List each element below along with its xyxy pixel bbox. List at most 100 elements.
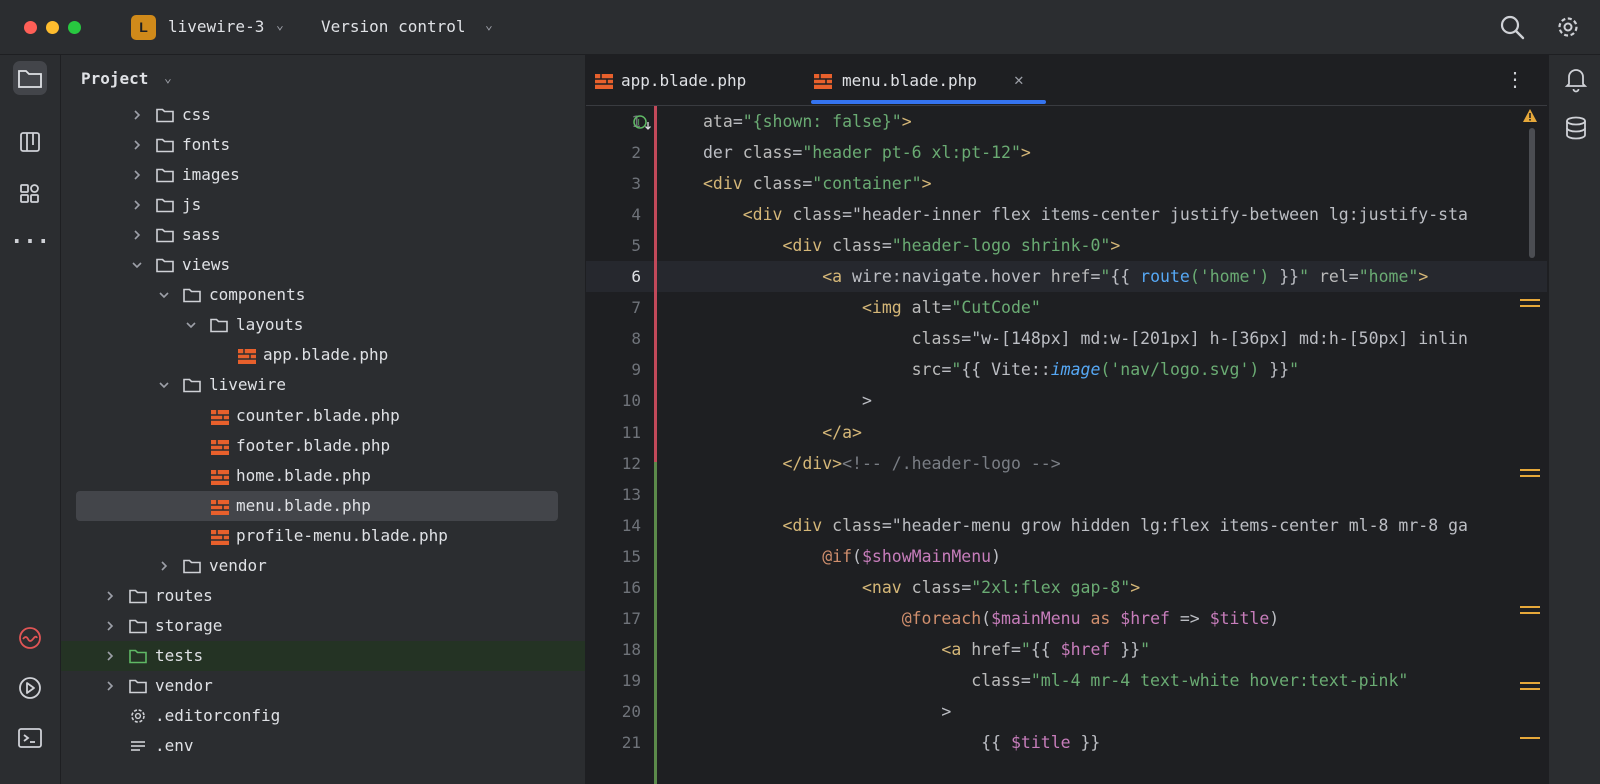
line-number[interactable]: 9 bbox=[586, 360, 641, 379]
code-line[interactable]: 13 bbox=[586, 479, 1547, 510]
line-number[interactable]: 14 bbox=[586, 516, 641, 535]
more-tools-button[interactable]: ··· bbox=[10, 225, 50, 259]
code-text[interactable]: </a> bbox=[703, 423, 862, 442]
close-tab-icon[interactable]: ✕ bbox=[1014, 70, 1024, 89]
fold-marker[interactable] bbox=[1520, 475, 1540, 477]
tree-item-js[interactable]: js bbox=[61, 190, 585, 220]
line-number[interactable]: 18 bbox=[586, 640, 641, 659]
line-number[interactable]: 20 bbox=[586, 702, 641, 721]
project-badge[interactable]: L bbox=[131, 15, 156, 40]
code-line[interactable]: 5 <div class="header-logo shrink-0"> bbox=[586, 230, 1547, 261]
close-window-button[interactable] bbox=[24, 21, 37, 34]
tree-item-livewire[interactable]: livewire bbox=[61, 370, 585, 400]
chevron-right-icon[interactable] bbox=[130, 137, 144, 151]
chevron-down-icon[interactable] bbox=[157, 287, 171, 301]
code-text[interactable]: <div class="header-menu grow hidden lg:f… bbox=[703, 516, 1467, 535]
code-text[interactable]: @foreach($mainMenu as $href => $title) bbox=[703, 609, 1280, 628]
code-text[interactable]: src="{{ Vite::image('nav/logo.svg') }}" bbox=[703, 360, 1299, 379]
chevron-down-icon[interactable] bbox=[130, 257, 144, 271]
code-line[interactable]: 17 @foreach($mainMenu as $href => $title… bbox=[586, 603, 1547, 634]
line-number[interactable]: 8 bbox=[586, 329, 641, 348]
code-text[interactable]: @if($showMainMenu) bbox=[703, 547, 1001, 566]
plugins-tool-button[interactable] bbox=[13, 177, 47, 211]
code-line[interactable]: 9 src="{{ Vite::image('nav/logo.svg') }}… bbox=[586, 354, 1547, 385]
chevron-down-icon[interactable] bbox=[184, 317, 198, 331]
tree-item-editorconfig[interactable]: .editorconfig bbox=[61, 701, 585, 731]
code-text[interactable]: class="w-[148px] md:w-[201px] h-[36px] m… bbox=[703, 329, 1468, 348]
tree-item-app-blade-php[interactable]: app.blade.php bbox=[61, 340, 585, 370]
fold-marker[interactable] bbox=[1520, 688, 1540, 690]
code-line[interactable]: 3 <div class="container"> bbox=[586, 168, 1547, 199]
code-text[interactable]: > bbox=[703, 391, 872, 410]
code-line[interactable]: 1 ata="{shown: false}"> bbox=[586, 106, 1547, 137]
tab-app-blade[interactable]: app.blade.php bbox=[586, 55, 796, 105]
chevron-right-icon[interactable] bbox=[157, 558, 171, 572]
code-line[interactable]: 16 <nav class="2xl:flex gap-8"> bbox=[586, 572, 1547, 603]
chevron-right-icon[interactable] bbox=[103, 618, 117, 632]
tree-item-components[interactable]: components bbox=[61, 280, 585, 310]
line-number[interactable]: 3 bbox=[586, 174, 641, 193]
code-text[interactable]: <div class="header-logo shrink-0"> bbox=[703, 236, 1120, 255]
code-text[interactable]: <div class="container"> bbox=[703, 174, 932, 193]
code-line[interactable]: 7 <img alt="CutCode" bbox=[586, 292, 1547, 323]
line-number[interactable]: 10 bbox=[586, 391, 641, 410]
tree-item-images[interactable]: images bbox=[61, 160, 585, 190]
fold-marker[interactable] bbox=[1520, 682, 1540, 684]
code-text[interactable]: > bbox=[703, 702, 951, 721]
fold-marker[interactable] bbox=[1520, 305, 1540, 307]
line-number[interactable]: 19 bbox=[586, 671, 641, 690]
line-number[interactable]: 6 bbox=[586, 267, 641, 286]
line-number[interactable]: 17 bbox=[586, 609, 641, 628]
vertical-scrollbar[interactable] bbox=[1529, 128, 1535, 258]
zoom-window-button[interactable] bbox=[68, 21, 81, 34]
code-line[interactable]: 2 der class="header pt-6 xl:pt-12"> bbox=[586, 137, 1547, 168]
line-number[interactable]: 11 bbox=[586, 423, 641, 442]
code-line[interactable]: 14 <div class="header-menu grow hidden l… bbox=[586, 510, 1547, 541]
version-control-menu[interactable]: Version control bbox=[321, 17, 466, 36]
tree-item-css[interactable]: css bbox=[61, 100, 585, 130]
line-number[interactable]: 16 bbox=[586, 578, 641, 597]
code-line[interactable]: 21 {{ $title }} bbox=[586, 727, 1547, 758]
tree-item-counter-blade-php[interactable]: counter.blade.php bbox=[61, 401, 585, 431]
line-number[interactable]: 15 bbox=[586, 547, 641, 566]
tree-item-tests[interactable]: tests bbox=[61, 640, 585, 671]
code-text[interactable]: class="ml-4 mr-4 text-white hover:text-p… bbox=[703, 671, 1408, 690]
tree-item-vendor[interactable]: vendor bbox=[61, 671, 585, 701]
laravel-tool-button[interactable] bbox=[13, 621, 47, 655]
chevron-down-icon[interactable]: ⌄ bbox=[164, 71, 172, 86]
code-line[interactable]: 6 <a wire:navigate.hover href="{{ route(… bbox=[586, 261, 1547, 293]
code-line[interactable]: 15 @if($showMainMenu) bbox=[586, 541, 1547, 572]
tree-item-sass[interactable]: sass bbox=[61, 220, 585, 250]
chevron-down-icon[interactable]: ⌄ bbox=[276, 18, 284, 33]
code-text[interactable]: <div class="header-inner flex items-cent… bbox=[703, 205, 1468, 224]
line-number[interactable]: 13 bbox=[586, 485, 641, 504]
fold-marker[interactable] bbox=[1520, 469, 1540, 471]
structure-tool-button[interactable] bbox=[13, 125, 47, 159]
chevron-right-icon[interactable] bbox=[130, 167, 144, 181]
tree-item-env[interactable]: .env bbox=[61, 731, 585, 761]
line-number[interactable]: 5 bbox=[586, 236, 641, 255]
code-text[interactable]: </div><!-- /.header-logo --> bbox=[703, 454, 1060, 473]
chevron-right-icon[interactable] bbox=[103, 678, 117, 692]
code-line[interactable]: 19 class="ml-4 mr-4 text-white hover:tex… bbox=[586, 665, 1547, 696]
code-text[interactable]: <a wire:navigate.hover href="{{ route('h… bbox=[703, 267, 1428, 286]
gear-icon[interactable] bbox=[1553, 12, 1583, 42]
code-text[interactable]: ata="{shown: false}"> bbox=[703, 112, 912, 131]
tab-menu-blade[interactable]: menu.blade.php bbox=[812, 55, 1047, 105]
code-line[interactable]: 12 </div><!-- /.header-logo --> bbox=[586, 448, 1547, 479]
run-tool-button[interactable] bbox=[13, 671, 47, 705]
code-line[interactable]: 8 class="w-[148px] md:w-[201px] h-[36px]… bbox=[586, 323, 1547, 354]
line-number[interactable]: 4 bbox=[586, 205, 641, 224]
tree-item-menu-blade-php[interactable]: menu.blade.php bbox=[61, 490, 585, 521]
tree-item-views[interactable]: views bbox=[61, 250, 585, 280]
implementation-gutter-icon[interactable]: I bbox=[632, 114, 652, 132]
code-text[interactable]: der class="header pt-6 xl:pt-12"> bbox=[703, 143, 1031, 162]
tree-item-footer-blade-php[interactable]: footer.blade.php bbox=[61, 431, 585, 461]
tree-item-fonts[interactable]: fonts bbox=[61, 130, 585, 160]
code-line[interactable]: 10 > bbox=[586, 385, 1547, 416]
tab-options-icon[interactable]: ⋮ bbox=[1505, 67, 1525, 91]
tree-item-profile-menu-blade-php[interactable]: profile-menu.blade.php bbox=[61, 521, 585, 551]
database-icon[interactable] bbox=[1561, 113, 1591, 143]
chevron-right-icon[interactable] bbox=[130, 107, 144, 121]
code-line[interactable]: 4 <div class="header-inner flex items-ce… bbox=[586, 199, 1547, 230]
